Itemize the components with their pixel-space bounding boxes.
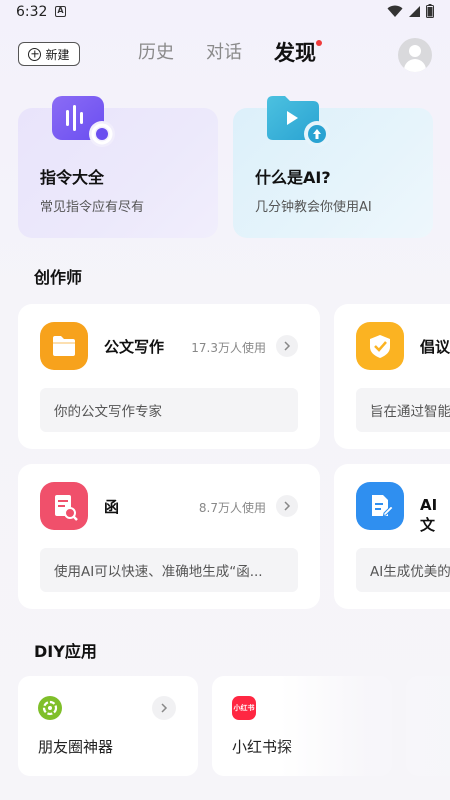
new-chat-button[interactable]: 新建 bbox=[18, 42, 80, 66]
tab-discover-label: 发现 bbox=[274, 41, 316, 65]
new-chat-label: 新建 bbox=[45, 47, 70, 62]
letter-search-icon bbox=[40, 482, 88, 530]
xiaohongshu-icon: 小红书 bbox=[232, 696, 256, 720]
creator-card-official-writing[interactable]: 公文写作 17.3万人使用 你的公文写作专家 bbox=[18, 304, 320, 449]
creator-description: AI生成优美的 bbox=[356, 548, 450, 592]
creator-description: 旨在通过智能 bbox=[356, 388, 450, 432]
chevron-right-icon[interactable] bbox=[276, 335, 298, 357]
creator-name: 公文写作 bbox=[104, 338, 165, 356]
status-time: 6:32 bbox=[16, 4, 48, 20]
avatar-body bbox=[404, 59, 426, 72]
tab-history[interactable]: 历史 bbox=[138, 40, 174, 66]
chevron-right-icon[interactable] bbox=[276, 495, 298, 517]
creator-card-ai-writing[interactable]: AI文 AI生成优美的 bbox=[334, 464, 450, 609]
video-folder-icon bbox=[267, 96, 330, 147]
document-edit-icon bbox=[356, 482, 404, 530]
chevron-right-icon[interactable] bbox=[152, 696, 176, 720]
signal-icon bbox=[409, 5, 420, 17]
featured-subtitle: 几分钟教会你使用AI bbox=[255, 200, 372, 215]
notification-icon: A bbox=[55, 6, 66, 17]
top-tabs: 历史 对话 发现 bbox=[138, 40, 348, 66]
scroll-fade-overlay bbox=[280, 660, 450, 800]
featured-title: 什么是AI? bbox=[255, 168, 331, 187]
status-bar: 6:32 A bbox=[0, 0, 450, 26]
creator-name: 倡议 bbox=[420, 338, 450, 356]
shield-check-icon bbox=[356, 322, 404, 370]
folder-icon bbox=[40, 322, 88, 370]
wifi-icon bbox=[387, 5, 403, 17]
tab-discover[interactable]: 发现 bbox=[274, 40, 322, 66]
tab-chat[interactable]: 对话 bbox=[206, 40, 242, 66]
creator-description: 使用AI可以快速、准确地生成“函... bbox=[40, 548, 298, 592]
section-title-diy: DIY应用 bbox=[34, 642, 97, 661]
creator-card-proposal[interactable]: 倡议 旨在通过智能 bbox=[334, 304, 450, 449]
featured-title: 指令大全 bbox=[40, 168, 105, 187]
featured-subtitle: 常见指令应有尽有 bbox=[40, 200, 145, 215]
notification-dot bbox=[316, 40, 322, 46]
creator-name: 函 bbox=[104, 498, 120, 516]
moments-icon bbox=[38, 696, 62, 720]
battery-icon bbox=[426, 4, 434, 18]
diy-app-moments[interactable]: 朋友圈神器 bbox=[18, 676, 198, 776]
creator-card-letter[interactable]: 函 8.7万人使用 使用AI可以快速、准确地生成“函... bbox=[18, 464, 320, 609]
creator-description: 你的公文写作专家 bbox=[40, 388, 298, 432]
usage-count: 8.7万人使用 bbox=[198, 501, 266, 515]
usage-count: 17.3万人使用 bbox=[191, 341, 266, 355]
section-title-creators: 创作师 bbox=[34, 268, 83, 287]
featured-card-what-is-ai[interactable]: 什么是AI? 几分钟教会你使用AI bbox=[233, 96, 433, 238]
featured-card-prompts[interactable]: 指令大全 常见指令应有尽有 bbox=[18, 96, 218, 238]
diy-app-label: 朋友圈神器 bbox=[38, 738, 114, 756]
plus-circle-icon bbox=[28, 47, 42, 61]
voice-prompt-icon bbox=[52, 96, 115, 147]
avatar-head bbox=[409, 45, 421, 57]
user-avatar[interactable] bbox=[398, 38, 432, 72]
creator-name: AI文 bbox=[420, 496, 438, 534]
